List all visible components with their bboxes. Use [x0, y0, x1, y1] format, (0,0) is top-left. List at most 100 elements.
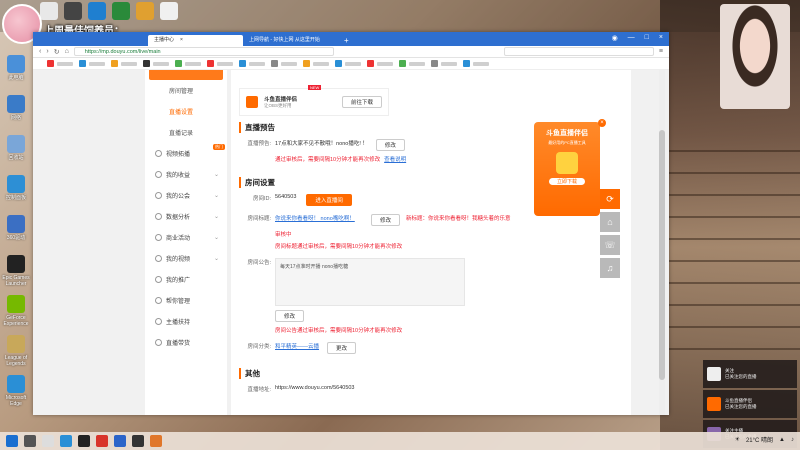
- network-icon[interactable]: ▲: [779, 437, 785, 443]
- maximize-icon[interactable]: □: [645, 34, 649, 42]
- forward-icon[interactable]: ›: [46, 48, 48, 55]
- app-icon[interactable]: [132, 435, 144, 447]
- bookmark-icon[interactable]: [463, 60, 470, 67]
- sidebar-group[interactable]: 我的收益 ⌄: [145, 164, 227, 185]
- bookmark-label[interactable]: [89, 61, 105, 66]
- search-icon[interactable]: [24, 435, 36, 447]
- bookmark-label[interactable]: [153, 61, 169, 66]
- sidebar-group[interactable]: 主播扶持: [145, 311, 227, 332]
- back-icon[interactable]: ‹: [39, 48, 41, 55]
- tab-navigation[interactable]: 上网导航 - 好快上网 从这里开始: [243, 35, 338, 46]
- bookmark-icon[interactable]: [143, 60, 150, 67]
- companion-float-ad[interactable]: 斗鱼直播伴侣 最好用的PC直播工具 立即下载: [534, 122, 600, 216]
- edit-notice-button[interactable]: 修改: [275, 310, 305, 322]
- sidebar-group[interactable]: 我的视频 ⌄: [145, 248, 227, 269]
- start-icon[interactable]: [6, 435, 18, 447]
- float-ad-download-button[interactable]: 立即下载: [549, 178, 585, 185]
- notification-card[interactable]: 关注 已关注您的直播: [703, 360, 797, 388]
- bookmark-label[interactable]: [473, 61, 489, 66]
- refresh-icon[interactable]: ↻: [54, 48, 60, 56]
- bookmark-icon[interactable]: [207, 60, 214, 67]
- home-icon[interactable]: ⌂: [65, 48, 69, 55]
- close-icon[interactable]: ×: [180, 37, 183, 43]
- bookmark-icon[interactable]: [431, 60, 438, 67]
- menu-icon[interactable]: ≡: [659, 48, 663, 55]
- minimize-icon[interactable]: —: [628, 34, 635, 42]
- bookmark-icon[interactable]: [175, 60, 182, 67]
- app-icon[interactable]: [114, 435, 126, 447]
- scrollbar-thumb[interactable]: [659, 130, 665, 380]
- bookmark-icon[interactable]: [239, 60, 246, 67]
- notice-textarea[interactable]: 每天17点准时开播 nono播吃糖: [275, 258, 465, 306]
- edit-title-button[interactable]: 修改: [371, 214, 401, 226]
- refresh-tool-icon[interactable]: ⟳: [600, 189, 620, 209]
- bookmark-icon[interactable]: [271, 60, 278, 67]
- desktop-icon[interactable]: League of Legends: [2, 335, 30, 373]
- home-tool-icon[interactable]: ⌂: [600, 212, 620, 232]
- app-icon[interactable]: [42, 435, 54, 447]
- sidebar-group[interactable]: 商业活动 ⌄: [145, 227, 227, 248]
- bookmark-icon[interactable]: [399, 60, 406, 67]
- sidebar-group[interactable]: 帮你管理: [145, 290, 227, 311]
- bookmark-label[interactable]: [217, 61, 233, 66]
- desktop-icon[interactable]: 此电脑: [2, 55, 30, 93]
- close-window-icon[interactable]: ×: [659, 34, 663, 42]
- url-input[interactable]: https://mp.douyu.com/live/main: [73, 47, 334, 56]
- desktop-icon[interactable]: 网络: [2, 95, 30, 133]
- bookmark-icon[interactable]: [47, 60, 54, 67]
- close-ad-icon[interactable]: ×: [598, 119, 606, 127]
- app-icon[interactable]: [96, 435, 108, 447]
- sidebar-item-room-manage[interactable]: 房间管理: [145, 80, 227, 101]
- sidebar-group[interactable]: 数据分析 ⌄: [145, 206, 227, 227]
- new-tab-icon[interactable]: +: [338, 35, 355, 46]
- bookmark-label[interactable]: [121, 61, 137, 66]
- sidebar-group[interactable]: 直播带货: [145, 332, 227, 353]
- notification-text: 关注 已关注您的直播: [725, 368, 757, 380]
- bookmark-label[interactable]: [57, 61, 73, 66]
- volume-icon[interactable]: ♪: [791, 437, 794, 443]
- bookmark-label[interactable]: [185, 61, 201, 66]
- desktop-icon[interactable]: Epic Games Launcher: [2, 255, 30, 293]
- bookmark-icon[interactable]: [367, 60, 374, 67]
- steam-icon[interactable]: [78, 435, 90, 447]
- sidebar-item-live-records[interactable]: 直播记录: [145, 122, 227, 143]
- contact-tool-icon[interactable]: ☏: [600, 235, 620, 255]
- download-button[interactable]: 前往下载: [341, 96, 382, 108]
- preview-warning: 通过审核后，需要间隔10分钟才能再次修改: [275, 157, 381, 163]
- edit-preview-button[interactable]: 修改: [375, 139, 405, 151]
- page-scrollbar[interactable]: [659, 70, 665, 415]
- settings-icon[interactable]: ◉: [612, 34, 618, 42]
- sidebar-item-live-settings[interactable]: 直播设置: [145, 101, 227, 122]
- desktop-icon[interactable]: 360驱动: [2, 215, 30, 253]
- sidebar-group[interactable]: 我的公会 ⌄: [145, 185, 227, 206]
- bookmark-icon[interactable]: [303, 60, 310, 67]
- desktop-icon[interactable]: 控制面板: [2, 175, 30, 213]
- enter-room-button[interactable]: 进入直播间: [306, 194, 352, 206]
- bookmark-label[interactable]: [345, 61, 361, 66]
- tab-creator-center[interactable]: 主播中心 ×: [148, 35, 243, 46]
- bookmark-label[interactable]: [313, 61, 329, 66]
- edge-icon[interactable]: [60, 435, 72, 447]
- bookmark-icon[interactable]: [335, 60, 342, 67]
- change-category-button[interactable]: 更改: [327, 342, 357, 354]
- app-icon[interactable]: [150, 435, 162, 447]
- bookmark-label[interactable]: [409, 61, 425, 66]
- desktop-icon[interactable]: Microsoft Edge: [2, 375, 30, 413]
- sidebar-group[interactable]: 视频拓播 热门: [145, 143, 227, 164]
- file-icon[interactable]: [160, 2, 178, 20]
- headset-tool-icon[interactable]: ♫: [600, 258, 620, 278]
- explain-link[interactable]: 查看说明: [384, 155, 406, 163]
- search-input[interactable]: [503, 47, 654, 56]
- bookmark-icon[interactable]: [111, 60, 118, 67]
- notification-card[interactable]: 斗鱼直播伴侣 已关注您的直播: [703, 390, 797, 418]
- bookmark-label[interactable]: [377, 61, 393, 66]
- bookmark-label[interactable]: [249, 61, 265, 66]
- notice-label: 房间公告:: [247, 260, 271, 266]
- bookmark-label[interactable]: [281, 61, 297, 66]
- sidebar-group[interactable]: 我的推广: [145, 269, 227, 290]
- bookmark-label[interactable]: [441, 61, 457, 66]
- category-value[interactable]: 和平精英——云播: [275, 342, 319, 350]
- bookmark-icon[interactable]: [79, 60, 86, 67]
- desktop-icon[interactable]: 回收站: [2, 135, 30, 173]
- desktop-icon[interactable]: GeForce Experience: [2, 295, 30, 333]
